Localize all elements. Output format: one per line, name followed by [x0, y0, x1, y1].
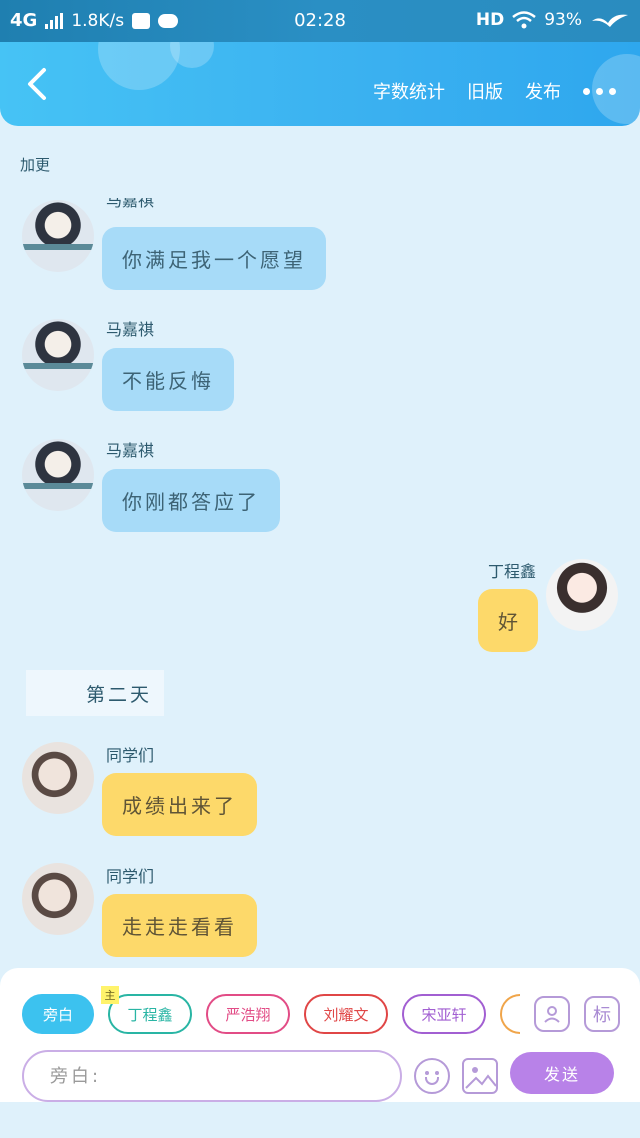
message-bubble[interactable]: 成绩出来了 [102, 773, 257, 836]
publish-button[interactable]: 发布 [525, 78, 561, 104]
role-chip[interactable]: 宋亚轩 [402, 994, 486, 1034]
message-bubble[interactable]: 你刚都答应了 [102, 469, 280, 532]
message-bubble[interactable]: 好 [478, 589, 538, 652]
image-icon[interactable] [462, 1058, 498, 1094]
tag-button[interactable]: 标 [584, 996, 620, 1032]
main-role-tag: 主 [101, 986, 119, 1004]
back-arrow-icon[interactable] [24, 66, 52, 102]
chat-area[interactable]: 加更 马嘉祺 你满足我一个愿望 马嘉祺 不能反悔 马嘉祺 你刚都答应了 丁程鑫 … [0, 126, 640, 970]
status-right: HD 93% [476, 10, 630, 30]
bottom-strip [0, 1102, 640, 1138]
header-actions: 字数统计 旧版 发布 [373, 78, 616, 104]
day-marker: 第二天 [26, 670, 164, 716]
avatar[interactable] [22, 863, 94, 935]
add-role-button[interactable] [534, 996, 570, 1032]
chapter-note: 加更 [20, 156, 51, 174]
message-bubble[interactable]: 走走走看看 [102, 894, 257, 957]
wifi-icon [512, 11, 536, 29]
bird-icon [592, 14, 628, 27]
status-bar: 4G 1.8K/s 02:28 HD 93% [0, 0, 640, 42]
emoji-icon[interactable] [414, 1058, 450, 1094]
message-bubble[interactable]: 你满足我一个愿望 [102, 227, 326, 290]
role-chip-partial[interactable] [500, 994, 520, 1034]
decor-bubble [98, 42, 180, 90]
sender-name: 同学们 [106, 746, 155, 765]
sender-name: 马嘉祺 [106, 441, 155, 460]
more-icon[interactable] [583, 87, 616, 95]
sender-name: 马嘉祺 [106, 320, 155, 339]
sender-name: 马嘉祺 [106, 198, 155, 210]
message-input[interactable] [22, 1050, 402, 1102]
composer-panel: 旁白 主 丁程鑫 严浩翔 刘耀文 宋亚轩 标 发送 [0, 968, 640, 1102]
role-chip[interactable]: 刘耀文 [304, 994, 388, 1034]
message-bubble[interactable]: 不能反悔 [102, 348, 234, 411]
avatar[interactable] [22, 319, 94, 391]
role-chip[interactable]: 主 丁程鑫 [101, 986, 192, 1034]
person-card-icon [544, 1006, 560, 1023]
avatar[interactable] [22, 439, 94, 511]
role-selector: 旁白 主 丁程鑫 严浩翔 刘耀文 宋亚轩 [22, 986, 520, 1034]
header-bar: 字数统计 旧版 发布 [0, 42, 640, 126]
role-narration-chip[interactable]: 旁白 [22, 994, 94, 1034]
avatar[interactable] [22, 200, 94, 272]
sender-name: 丁程鑫 [487, 562, 536, 581]
battery-level: 93% [544, 10, 582, 30]
avatar[interactable] [22, 742, 94, 814]
sender-name: 同学们 [106, 867, 155, 886]
send-button[interactable]: 发送 [510, 1052, 614, 1094]
role-label: 丁程鑫 [127, 1005, 173, 1024]
role-chip[interactable]: 严浩翔 [206, 994, 290, 1034]
avatar[interactable] [546, 559, 618, 631]
word-count-button[interactable]: 字数统计 [373, 78, 445, 104]
old-version-button[interactable]: 旧版 [467, 78, 503, 104]
hd-indicator: HD [475, 10, 505, 30]
